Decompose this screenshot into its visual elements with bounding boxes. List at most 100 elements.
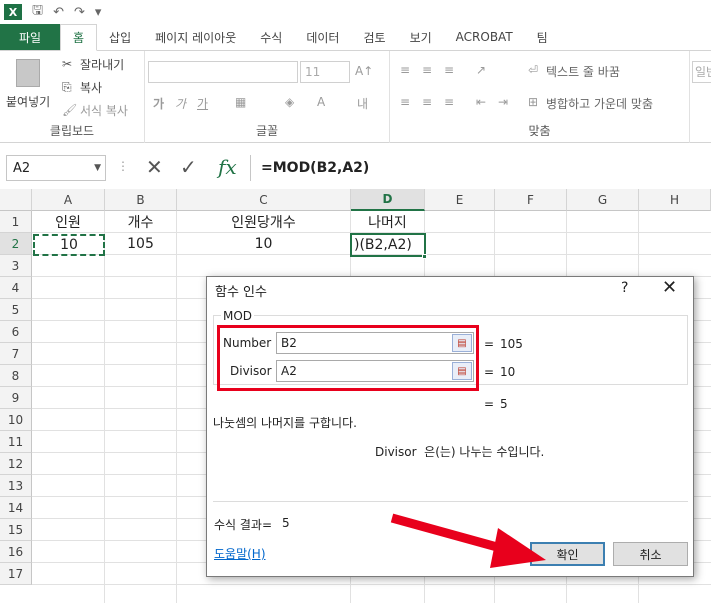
copy-button[interactable]: 복사 (80, 79, 102, 96)
ribbon-tabs: 파일 홈 삽입 페이지 레이아웃 수식 데이터 검토 보기 ACROBAT 팀 (0, 24, 711, 51)
alignment-group: ≡ ≡ ≡ ↗ ⏎ 텍스트 줄 바꿈 ≡ ≡ ≡ ⇤ ⇥ ⊞ 병합하고 가운데 … (390, 51, 690, 143)
cancel-button[interactable]: 취소 (613, 542, 688, 566)
tab-file[interactable]: 파일 (0, 24, 60, 50)
enter-formula-button[interactable]: ✓ (180, 155, 197, 179)
decrease-indent-icon[interactable]: ⇤ (476, 95, 486, 109)
font-color-icon[interactable]: A (317, 95, 325, 109)
name-box-value: A2 (13, 160, 31, 176)
tab-data[interactable]: 데이터 (294, 24, 351, 50)
cell-c2[interactable]: 10 (177, 233, 351, 255)
row-header[interactable]: 10 (0, 409, 32, 431)
row-header[interactable]: 16 (0, 541, 32, 563)
align-center-icon[interactable]: ≡ (422, 95, 432, 109)
cell-b2[interactable]: 105 (105, 233, 177, 255)
tab-team[interactable]: 팀 (525, 24, 560, 50)
quick-access-toolbar: X 🖫 ↶ ↷ ▾ (0, 0, 711, 24)
overall-result: 5 (500, 397, 508, 411)
font-group-label: 글꼴 (255, 124, 279, 138)
paste-label: 붙여넣기 (6, 95, 51, 109)
row-header[interactable]: 17 (0, 563, 32, 585)
column-header-h[interactable]: H (639, 189, 711, 211)
font-name-combo[interactable] (148, 61, 298, 83)
tab-home[interactable]: 홈 (60, 24, 98, 51)
close-icon[interactable]: ✕ (662, 277, 677, 298)
cell-b1[interactable]: 개수 (105, 211, 177, 233)
column-header-g[interactable]: G (567, 189, 639, 211)
excel-logo-icon: X (4, 4, 22, 20)
italic-button[interactable]: 가 (175, 95, 186, 112)
row-header[interactable]: 5 (0, 299, 32, 321)
underline-button[interactable]: 가 (197, 95, 208, 112)
align-top-icon[interactable]: ≡ (400, 63, 410, 77)
column-header-c[interactable]: C (177, 189, 351, 211)
cut-button[interactable]: 잘라내기 (80, 56, 124, 73)
tab-insert[interactable]: 삽입 (97, 24, 143, 50)
align-left-icon[interactable]: ≡ (400, 95, 410, 109)
tab-review[interactable]: 검토 (351, 24, 397, 50)
cell-a1[interactable]: 인원 (32, 211, 105, 233)
row-header[interactable]: 1 (0, 211, 32, 233)
increase-indent-icon[interactable]: ⇥ (498, 95, 508, 109)
customize-qat-icon[interactable]: ▾ (95, 5, 102, 20)
wrap-text-button[interactable]: 텍스트 줄 바꿈 (546, 63, 620, 80)
fill-handle[interactable] (422, 254, 427, 259)
highlight-box (217, 325, 479, 391)
row-header[interactable]: 9 (0, 387, 32, 409)
align-right-icon[interactable]: ≡ (444, 95, 454, 109)
cancel-formula-button[interactable]: ✕ (146, 155, 163, 179)
fill-color-icon[interactable]: ◈ (285, 95, 294, 109)
tab-acrobat[interactable]: ACROBAT (444, 24, 525, 50)
merge-center-button[interactable]: 병합하고 가운데 맞춤 (546, 95, 653, 112)
cell-d1[interactable]: 나머지 (351, 211, 425, 233)
cell-c1[interactable]: 인원당개수 (177, 211, 351, 233)
tab-view[interactable]: 보기 (398, 24, 444, 50)
phonetic-icon[interactable]: 내 (357, 95, 368, 112)
row-header[interactable]: 2 (0, 233, 32, 255)
help-link[interactable]: 도움말(H) (214, 545, 266, 562)
help-icon[interactable]: ? (621, 280, 628, 296)
chevron-down-icon: ▼ (94, 163, 101, 173)
number-format-combo[interactable]: 일반 (692, 61, 711, 83)
row-header[interactable]: 14 (0, 497, 32, 519)
merge-icon: ⊞ (528, 95, 539, 109)
column-header-e[interactable]: E (425, 189, 495, 211)
tab-formulas[interactable]: 수식 (248, 24, 294, 50)
row-header[interactable]: 8 (0, 365, 32, 387)
insert-function-button[interactable]: fx (218, 155, 237, 179)
font-size-combo[interactable]: 11 (300, 61, 350, 83)
redo-icon[interactable]: ↷ (74, 5, 85, 20)
row-header[interactable]: 4 (0, 277, 32, 299)
grow-font-icon[interactable]: A↑ (355, 64, 373, 78)
divisor-eq: = (484, 365, 495, 379)
column-header-d[interactable]: D (351, 189, 425, 211)
bold-button[interactable]: 가 (153, 95, 164, 112)
tab-page-layout[interactable]: 페이지 레이아웃 (143, 24, 248, 50)
orientation-icon[interactable]: ↗ (476, 63, 486, 77)
row-header[interactable]: 11 (0, 431, 32, 453)
save-icon[interactable]: 🖫 (32, 1, 43, 23)
row-header[interactable]: 15 (0, 519, 32, 541)
column-header-f[interactable]: F (495, 189, 567, 211)
cell-a2[interactable]: 10 (33, 234, 105, 256)
formula-bar: A2 ▼ ⋮ ✕ ✓ fx =MOD(B2,A2) (0, 151, 711, 185)
argument-description: Divisor 은(는) 나누는 수입니다. (375, 445, 545, 459)
row-header[interactable]: 13 (0, 475, 32, 497)
borders-icon[interactable]: ▦ (235, 95, 246, 109)
font-group: 11 A↑ 가 가 가 ▦ ◈ A 내 글꼴 (145, 51, 390, 143)
row-header[interactable]: 12 (0, 453, 32, 475)
select-all-corner[interactable] (0, 189, 32, 211)
format-painter-button[interactable]: 서식 복사 (80, 102, 128, 119)
row-header[interactable]: 7 (0, 343, 32, 365)
row-header[interactable]: 6 (0, 321, 32, 343)
align-bottom-icon[interactable]: ≡ (444, 63, 454, 77)
divisor-result: 10 (500, 365, 516, 379)
formula-input[interactable]: =MOD(B2,A2) (250, 155, 711, 181)
name-box[interactable]: A2 ▼ (6, 155, 106, 181)
cell-d2[interactable]: )(B2,A2) (350, 233, 426, 257)
undo-icon[interactable]: ↶ (53, 5, 64, 20)
column-header-b[interactable]: B (105, 189, 177, 211)
paste-button[interactable]: 붙여넣기 (4, 55, 56, 117)
align-middle-icon[interactable]: ≡ (422, 63, 432, 77)
row-header[interactable]: 3 (0, 255, 32, 277)
column-header-a[interactable]: A (32, 189, 105, 211)
